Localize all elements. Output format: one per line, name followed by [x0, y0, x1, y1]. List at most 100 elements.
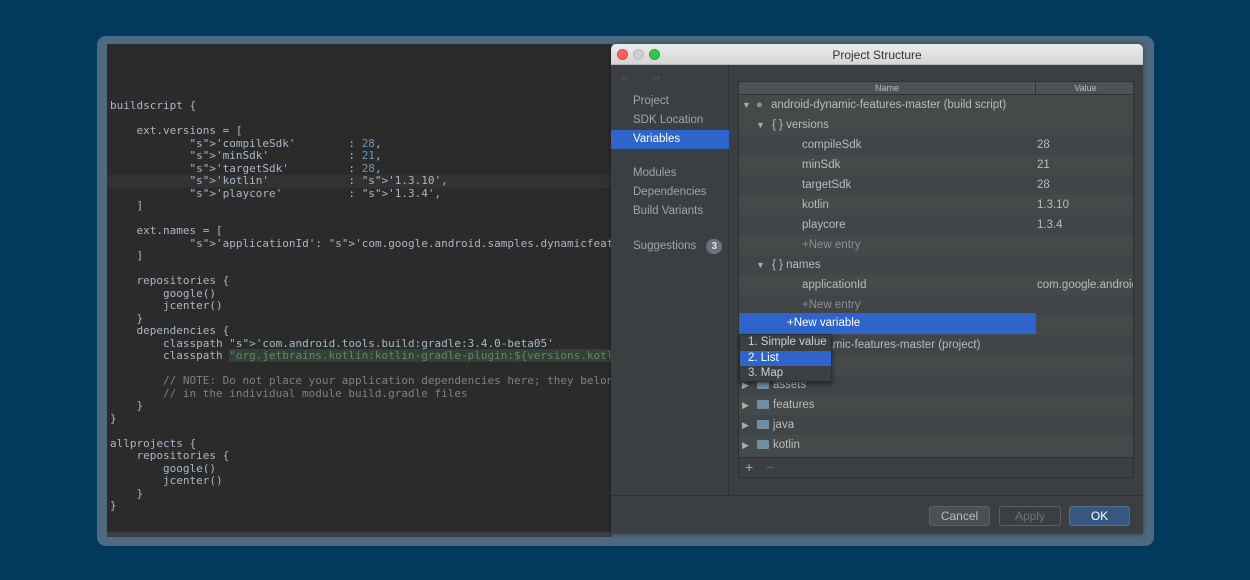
table-row[interactable]: kotlin 1.3.10: [739, 195, 1133, 215]
sidebar-item-sdk-location[interactable]: SDK Location: [611, 111, 729, 130]
menu-item-map[interactable]: 3. Map: [740, 366, 831, 382]
variable-value[interactable]: 21: [1037, 155, 1133, 175]
variable-name: targetSdk: [802, 179, 852, 191]
ok-button[interactable]: OK: [1069, 506, 1130, 526]
collapsed-arrow-icon[interactable]: ▶: [742, 435, 749, 455]
code-line[interactable]: ext.versions = [: [107, 124, 612, 138]
code-line[interactable]: "s">'applicationId': "s">'com.google.and…: [107, 237, 612, 251]
module-row[interactable]: ▶ features: [739, 395, 1133, 415]
variable-value[interactable]: 28: [1037, 135, 1133, 155]
module-name: java: [773, 419, 795, 431]
menu-item-simple-value[interactable]: 1. Simple value: [740, 335, 831, 351]
code-line[interactable]: ext.names = [: [107, 224, 612, 238]
variable-name: kotlin: [802, 199, 829, 211]
variable-type-menu: 1. Simple value 2. List 3. Map: [739, 334, 832, 382]
collapsed-arrow-icon[interactable]: ▶: [742, 395, 749, 415]
module-row[interactable]: ▶ java: [739, 415, 1133, 435]
table-row[interactable]: applicationId com.google.android: [739, 275, 1133, 295]
table-row[interactable]: minSdk 21: [739, 155, 1133, 175]
folder-icon: [757, 420, 769, 429]
code-line[interactable]: [107, 425, 612, 438]
dialog-footer: Cancel Apply OK: [611, 495, 1143, 534]
variable-value[interactable]: 1.3.10: [1037, 195, 1133, 215]
back-forward-arrows[interactable]: ← →: [619, 69, 670, 83]
expanded-arrow-icon[interactable]: ▼: [756, 255, 765, 275]
sidebar-item-project[interactable]: Project: [611, 92, 729, 111]
name-column-header[interactable]: Name: [739, 83, 1035, 93]
code-line[interactable]: classpath "org.jetbrains.kotlin:kotlin-g…: [107, 349, 612, 363]
variables-panel: Name Value ▼ ● android-dynamic-features-…: [730, 65, 1143, 495]
module-name-wrap: kotlin: [757, 435, 800, 455]
variable-value[interactable]: 1.3.4: [1037, 215, 1133, 235]
cancel-button[interactable]: Cancel: [929, 506, 990, 526]
code-line[interactable]: // in the individual module build.gradle…: [107, 387, 612, 401]
build-script-row[interactable]: ▼ ● android-dynamic-features-master (bui…: [739, 95, 1133, 115]
new-variable-row[interactable]: +New variable: [739, 313, 1036, 334]
variable-name: playcore: [802, 219, 846, 231]
code-line[interactable]: }: [107, 412, 612, 426]
variables-tree-table: Name Value ▼ ● android-dynamic-features-…: [738, 81, 1134, 478]
code-line[interactable]: ]: [107, 249, 612, 263]
new-entry-label: +New entry: [802, 239, 861, 251]
sidebar-item-variables[interactable]: Variables: [611, 130, 729, 149]
code-line[interactable]: "s">'minSdk' : 21,: [107, 149, 612, 163]
folder-icon: [757, 440, 769, 449]
dialog-sidebar: ← → Project SDK Location Variables Modul…: [611, 65, 729, 495]
code-line[interactable]: ]: [107, 199, 612, 213]
code-line[interactable]: }: [107, 487, 612, 501]
android-icon: ●: [756, 99, 763, 111]
remove-icon[interactable]: −: [766, 459, 774, 475]
table-row[interactable]: compileSdk 28: [739, 135, 1133, 155]
dialog-titlebar: Project Structure: [611, 44, 1143, 65]
variable-value[interactable]: 28: [1037, 175, 1133, 195]
variable-name: applicationId: [802, 279, 867, 291]
table-toolbar: + −: [739, 457, 1133, 477]
build-script-label: android-dynamic-features-master (build s…: [771, 99, 1007, 111]
code-line[interactable]: "s">'playcore' : "s">'1.3.4',: [107, 187, 612, 201]
code-line[interactable]: jcenter(): [107, 299, 612, 313]
editor-status-strip: [107, 532, 612, 537]
module-row[interactable]: ▶ kotlin: [739, 435, 1133, 455]
code-editor[interactable]: buildscript { ext.versions = [ "s">'comp…: [107, 44, 612, 534]
sidebar-item-dependencies[interactable]: Dependencies: [611, 183, 729, 202]
expanded-arrow-icon[interactable]: ▼: [756, 115, 765, 135]
sidebar-item-modules[interactable]: Modules: [611, 164, 729, 183]
module-name-wrap: java: [757, 415, 794, 435]
names-row[interactable]: ▼ { } names: [739, 255, 1133, 275]
variable-value[interactable]: com.google.android: [1037, 275, 1133, 295]
code-block: buildscript { ext.versions = [ "s">'comp…: [107, 99, 612, 513]
new-entry-row[interactable]: +New entry: [739, 295, 1133, 315]
table-row[interactable]: targetSdk 28: [739, 175, 1133, 195]
apply-button[interactable]: Apply: [999, 506, 1061, 526]
table-header: Name Value: [739, 82, 1133, 95]
code-line[interactable]: "s">'kotlin' : "s">'1.3.10',: [107, 174, 612, 188]
menu-item-list[interactable]: 2. List: [740, 350, 831, 366]
code-line[interactable]: repositories {: [107, 449, 612, 463]
sidebar-item-suggestions[interactable]: Suggestions 3: [611, 237, 729, 256]
module-name: features: [773, 399, 815, 411]
table-row[interactable]: playcore 1.3.4: [739, 215, 1133, 235]
project-label: namic-features-master (project): [820, 339, 981, 351]
project-structure-dialog: Project Structure ← → Project SDK Locati…: [611, 44, 1143, 534]
variable-name: minSdk: [802, 159, 841, 171]
expanded-arrow-icon[interactable]: ▼: [742, 95, 751, 115]
add-icon[interactable]: +: [745, 459, 753, 475]
code-line[interactable]: buildscript {: [107, 99, 612, 113]
module-name-wrap: features: [757, 395, 815, 415]
new-entry-row[interactable]: +New entry: [739, 235, 1133, 255]
sidebar-item-build-variants[interactable]: Build Variants: [611, 202, 729, 221]
code-line[interactable]: jcenter(): [107, 474, 612, 488]
collapsed-arrow-icon[interactable]: ▶: [742, 415, 749, 435]
new-entry-label: +New entry: [802, 299, 861, 311]
folder-icon: [757, 400, 769, 409]
versions-row[interactable]: ▼ { } versions: [739, 115, 1133, 135]
value-column-header[interactable]: Value: [1035, 82, 1133, 95]
suggestions-count-badge: 3: [706, 239, 723, 254]
names-label: { } names: [772, 259, 821, 271]
code-line[interactable]: repositories {: [107, 274, 612, 288]
code-line[interactable]: }: [107, 499, 612, 513]
module-name: kotlin: [773, 439, 800, 451]
suggestions-label: Suggestions: [633, 240, 697, 252]
code-line[interactable]: dependencies {: [107, 324, 612, 338]
code-line[interactable]: }: [107, 399, 612, 413]
